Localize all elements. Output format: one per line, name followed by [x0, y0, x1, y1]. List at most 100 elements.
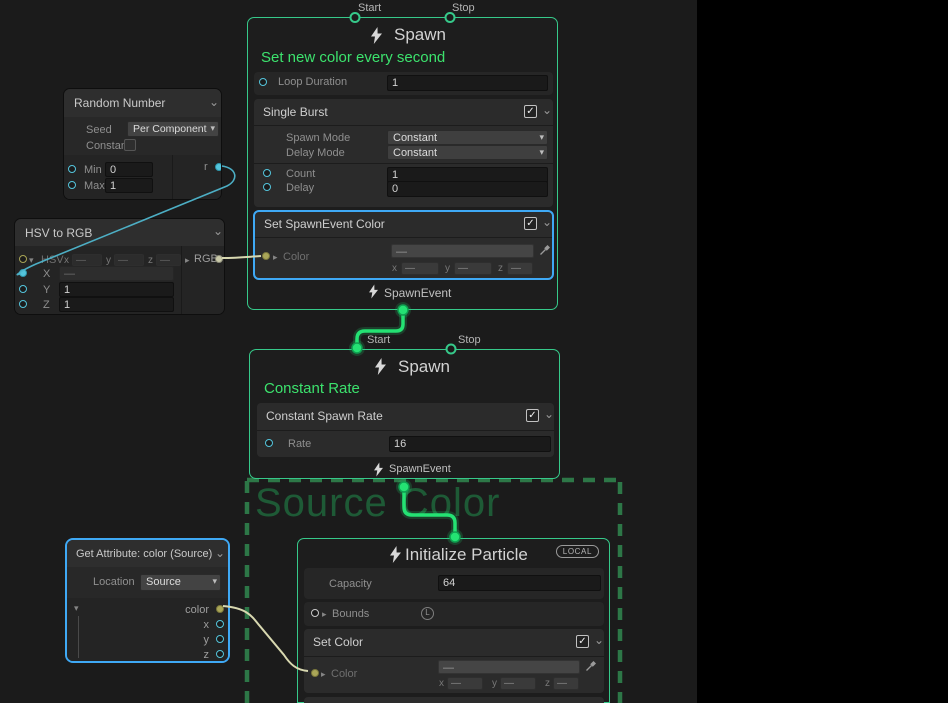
rgb-output-port[interactable]: [215, 255, 223, 263]
z-field[interactable]: —: [507, 262, 533, 275]
expander-right-icon[interactable]: ▸: [321, 669, 326, 680]
z-field[interactable]: —: [553, 677, 579, 690]
hsv-z-field[interactable]: —: [156, 254, 181, 266]
delay-port[interactable]: [263, 183, 271, 191]
hsv-y-field[interactable]: —: [114, 254, 144, 266]
x-input-port[interactable]: [19, 269, 27, 277]
chevron-down-icon[interactable]: ⌄: [215, 548, 225, 558]
set-spawnevent-color-block[interactable]: Set SpawnEvent Color ✓ ⌄ ▸ Color — x — y…: [253, 210, 554, 280]
seed-dropdown[interactable]: Per Component ▾: [127, 121, 219, 137]
spawn-mode-label: Spawn Mode: [286, 132, 350, 144]
y-output-port[interactable]: [216, 635, 224, 643]
hsv-x-field[interactable]: —: [72, 254, 102, 266]
delay-label: Delay: [286, 182, 314, 194]
single-burst-checkbox[interactable]: ✓: [524, 105, 537, 118]
capacity-label: Capacity: [329, 578, 372, 590]
count-label: Count: [286, 168, 315, 180]
expander-right-icon[interactable]: ▸: [322, 609, 327, 620]
constant-spawn-rate-checkbox[interactable]: ✓: [526, 409, 539, 422]
max-field[interactable]: 1: [105, 178, 153, 193]
expander-down-icon[interactable]: ▾: [74, 603, 79, 614]
spawn2-subtitle[interactable]: Constant Rate: [264, 380, 360, 397]
x-label: x: [392, 263, 397, 274]
lightning-icon: [369, 284, 378, 299]
y-field[interactable]: —: [454, 262, 492, 275]
system-group-title[interactable]: Source Color: [255, 481, 500, 526]
capacity-field[interactable]: 64: [438, 575, 601, 591]
delay-mode-value: Constant: [393, 147, 437, 159]
get-attribute-node[interactable]: Get Attribute: color (Source) ⌄ Location…: [65, 538, 230, 663]
random-number-header[interactable]: Random Number ⌄: [64, 89, 221, 117]
loop-duration-field[interactable]: 1: [387, 75, 548, 91]
y-input-port[interactable]: [19, 285, 27, 293]
x-label: x: [439, 678, 444, 689]
set-color-checkbox[interactable]: ✓: [576, 635, 589, 648]
local-space-icon[interactable]: L: [421, 607, 434, 620]
set-color-port[interactable]: [311, 669, 319, 677]
spawnevent-color-field[interactable]: —: [391, 244, 534, 258]
set-color-field[interactable]: —: [438, 660, 580, 674]
delay-mode-label: Delay Mode: [286, 147, 345, 159]
set-spawnevent-color-checkbox[interactable]: ✓: [524, 217, 537, 230]
expander-right-icon[interactable]: ▸: [273, 252, 278, 263]
max-port[interactable]: [68, 181, 76, 189]
initialize-particle-node[interactable]: Initialize Particle LOCAL Capacity 64 ▸ …: [297, 538, 610, 703]
z-label: z: [498, 263, 503, 274]
chevron-down-icon[interactable]: ⌄: [544, 409, 554, 419]
y-label: y: [106, 255, 111, 266]
loop-duration-port[interactable]: [259, 78, 267, 86]
eyedropper-icon[interactable]: [585, 660, 597, 672]
min-field[interactable]: 0: [105, 162, 153, 177]
r-output-port[interactable]: [215, 163, 222, 171]
x-row-field[interactable]: —: [59, 266, 174, 281]
chevron-down-icon[interactable]: ⌄: [213, 226, 223, 236]
min-label: Min: [84, 164, 102, 176]
chevron-down-icon[interactable]: ⌄: [542, 217, 552, 227]
vfx-graph-canvas[interactable]: Source Color Start Stop Spawn Set new co…: [0, 0, 948, 703]
z-output-port[interactable]: [216, 650, 224, 658]
delay-field[interactable]: 0: [387, 181, 548, 197]
delay-mode-dropdown[interactable]: Constant ▾: [387, 145, 548, 160]
x-output-port[interactable]: [216, 620, 224, 628]
random-number-node[interactable]: Random Number ⌄ Seed Per Component ▾ Con…: [63, 88, 222, 200]
hsv-label: HSV: [41, 254, 64, 266]
y-field[interactable]: —: [500, 677, 536, 690]
chevron-down-icon[interactable]: ⌄: [209, 97, 219, 107]
get-attribute-title: Get Attribute: color (Source): [76, 548, 212, 560]
rate-field[interactable]: 16: [389, 436, 551, 452]
x-field[interactable]: —: [401, 262, 439, 275]
set-color-block[interactable]: Set Color ✓ ⌄ ▸ Color — x — y — z —: [304, 629, 604, 693]
expander-down-icon[interactable]: ▾: [29, 255, 34, 266]
y-row-field[interactable]: 1: [59, 282, 174, 297]
x-output-label: x: [204, 619, 210, 631]
count-port[interactable]: [263, 169, 271, 177]
loop-duration-row: Loop Duration 1: [254, 72, 553, 95]
constant-checkbox[interactable]: [124, 139, 136, 151]
single-burst-block[interactable]: Single Burst ✓ ⌄ Spawn Mode Constant ▾ D…: [254, 99, 553, 207]
hsv-to-rgb-header[interactable]: HSV to RGB ⌄: [15, 219, 224, 246]
bounds-label: Bounds: [332, 608, 369, 620]
bounds-port[interactable]: [311, 609, 319, 617]
constant-spawn-rate-block[interactable]: Constant Spawn Rate ✓ ⌄ Rate 16: [257, 403, 554, 457]
x-field[interactable]: —: [447, 677, 483, 690]
spawn-mode-dropdown[interactable]: Constant ▾: [387, 130, 548, 145]
hsv-to-rgb-node[interactable]: HSV to RGB ⌄ ▾ HSV x — y — z — X — Y 1 Z…: [14, 218, 225, 315]
spawn1-node[interactable]: Spawn Set new color every second Loop Du…: [247, 17, 558, 310]
hsv-to-rgb-body: ▾ HSV x — y — z — X — Y 1 Z 1 ▸ RGB: [15, 246, 224, 315]
eyedropper-icon[interactable]: [539, 244, 551, 256]
hsv-input-port[interactable]: [19, 255, 27, 263]
spawn1-subtitle[interactable]: Set new color every second: [261, 49, 445, 66]
z-row-field[interactable]: 1: [59, 297, 174, 312]
spawnevent-color-port[interactable]: [262, 252, 270, 260]
color-output-port[interactable]: [216, 605, 224, 613]
spawn2-node[interactable]: Spawn Constant Rate Constant Spawn Rate …: [249, 349, 560, 479]
rate-port[interactable]: [265, 439, 273, 447]
z-input-port[interactable]: [19, 300, 27, 308]
chevron-down-icon[interactable]: ⌄: [594, 635, 604, 645]
min-port[interactable]: [68, 165, 76, 173]
lightning-icon: [390, 546, 401, 563]
y-label: y: [492, 678, 497, 689]
get-attribute-header[interactable]: Get Attribute: color (Source) ⌄: [67, 540, 228, 567]
location-dropdown[interactable]: Source ▾: [140, 574, 221, 591]
chevron-down-icon[interactable]: ⌄: [542, 105, 552, 115]
